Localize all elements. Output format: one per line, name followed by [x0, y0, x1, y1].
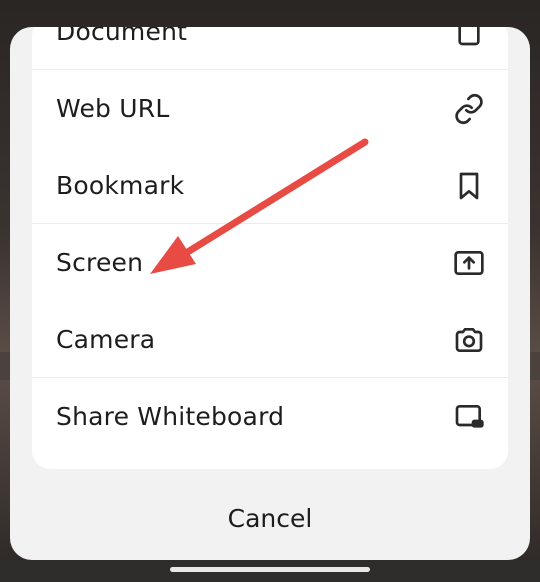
- menu-item-label: Document: [56, 27, 188, 46]
- menu-item-label: Web URL: [56, 94, 170, 123]
- camera-icon: [452, 323, 486, 357]
- menu-item-screen[interactable]: Screen: [32, 224, 508, 301]
- menu-item-document[interactable]: Document: [32, 27, 508, 70]
- menu-item-label: Bookmark: [56, 171, 185, 200]
- menu-item-camera[interactable]: Camera: [32, 301, 508, 378]
- document-icon: [452, 27, 486, 49]
- menu-item-label: Screen: [56, 248, 144, 277]
- home-indicator: [170, 567, 370, 572]
- share-options-card: Document Web URL Bookmark Screen Camera …: [32, 27, 508, 469]
- menu-item-label: Camera: [56, 325, 156, 354]
- screen-share-icon: [452, 246, 486, 280]
- whiteboard-icon: [452, 400, 486, 434]
- menu-item-web-url[interactable]: Web URL: [32, 70, 508, 147]
- link-icon: [452, 92, 486, 126]
- menu-item-label: Share Whiteboard: [56, 402, 285, 431]
- menu-item-share-whiteboard[interactable]: Share Whiteboard: [32, 378, 508, 455]
- cancel-button[interactable]: Cancel: [10, 493, 530, 543]
- bookmark-icon: [452, 169, 486, 203]
- menu-item-bookmark[interactable]: Bookmark: [32, 147, 508, 224]
- share-action-sheet: Document Web URL Bookmark Screen Camera …: [10, 27, 530, 560]
